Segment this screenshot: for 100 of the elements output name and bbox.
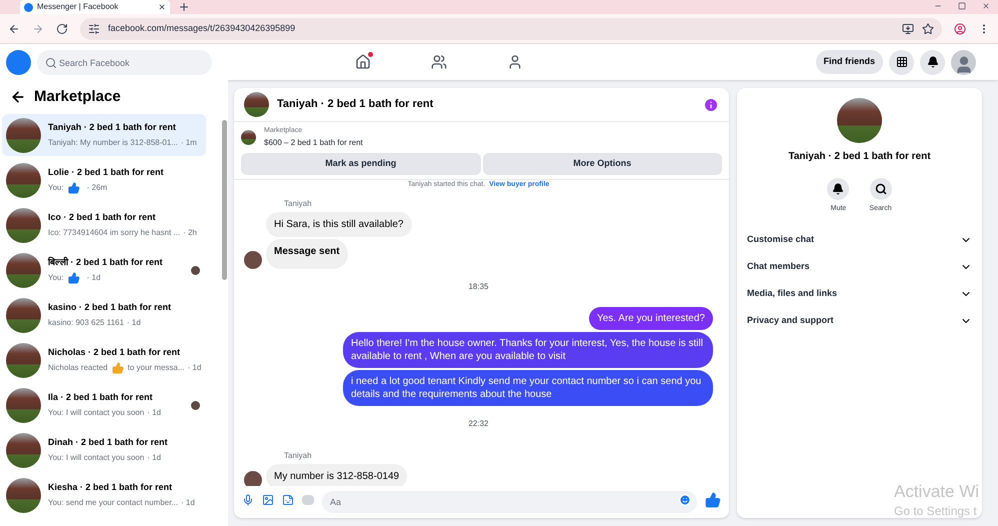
bookmark-star-icon[interactable]	[922, 22, 934, 34]
conversation-item[interactable]: Lolie · 2 bed 1 bath for rent You: · 26m	[2, 159, 206, 201]
preview-text: Ico: 7734914604 im sorry he hasnt ...	[48, 227, 180, 240]
outgoing-message: Hello there! I'm the house owner. Thanks for your interest, Yes, the house is still available to rent , When are you available to visit	[343, 332, 713, 368]
house-photo	[241, 130, 256, 145]
image-icon[interactable]	[262, 494, 274, 506]
reload-icon[interactable]	[56, 22, 68, 34]
facebook-logo-icon[interactable]	[6, 50, 31, 74]
menu-button[interactable]	[889, 50, 914, 74]
new-tab-icon[interactable]	[178, 1, 190, 13]
browser-tab[interactable]: Messenger | Facebook	[20, 0, 170, 14]
conversation-item[interactable]: Ico · 2 bed 1 bath for rent Ico: 7734914604 im sorry he hasnt ... · 2h	[2, 204, 206, 246]
conversation-item[interactable]: Taniyah · 2 bed 1 bath for rent Taniyah: My number is 312-858-01... · 1m	[2, 114, 206, 156]
conversation-item[interactable]: Nicholas · 2 bed 1 bath for rent Nicholas reacted to your messa... · 1d	[2, 339, 206, 381]
conversation-item[interactable]: Ila · 2 bed 1 bath for rent You: I will contact you soon · 1d	[2, 384, 206, 426]
time-text: · 1d	[126, 317, 141, 330]
conversation-title: kasino · 2 bed 1 bath for rent	[48, 300, 172, 314]
sender-name: Taniyah	[284, 198, 313, 210]
conversation-title: Ila · 2 bed 1 bath for rent	[48, 390, 154, 404]
like-icon[interactable]	[705, 492, 721, 508]
preview-text: Taniyah: My number is 312-858-01...	[48, 137, 178, 150]
outgoing-message: Yes. Are you interested?	[588, 307, 713, 330]
time-text: · 1d	[86, 272, 101, 284]
preview-text: to your messa...	[128, 362, 185, 374]
bell-icon	[832, 183, 844, 195]
microphone-icon[interactable]	[242, 494, 254, 506]
preview-text: You: I will contact you soon	[48, 452, 144, 464]
details-section[interactable]: Media, files and links	[747, 280, 972, 308]
house-photo	[6, 252, 41, 288]
avatar	[244, 251, 262, 269]
restore-icon[interactable]	[958, 2, 966, 10]
house-photo	[6, 298, 41, 332]
time-text: · 26m	[86, 182, 108, 194]
preview-text: You:	[48, 182, 64, 194]
incoming-message: Message sent	[266, 239, 348, 269]
profile-icon[interactable]	[954, 22, 966, 34]
chat-title: Taniyah · 2 bed 1 bath for rent	[277, 97, 434, 112]
seen-avatar	[191, 400, 200, 410]
account-avatar[interactable]	[951, 50, 976, 74]
groups-icon[interactable]	[506, 54, 523, 70]
search-field[interactable]: Search Facebook	[37, 50, 212, 75]
preview-text: Nicholas reacted	[48, 362, 108, 374]
house-photo	[6, 162, 41, 198]
preview-text: You: send me your contact number...	[48, 497, 178, 510]
house-photo	[6, 432, 41, 468]
conversation-item[interactable]: बिल्ली · 2 bed 1 bath for rent You: · 1d	[2, 249, 206, 291]
close-icon[interactable]	[158, 3, 166, 11]
time-text: · 1d	[181, 497, 195, 510]
search-icon	[45, 56, 57, 68]
back-icon[interactable]	[10, 89, 26, 105]
details-section[interactable]: Customise chat	[747, 226, 972, 254]
house-photo	[244, 92, 269, 117]
conversation-title: Kiesha · 2 bed 1 bath for rent	[48, 480, 174, 494]
info-icon[interactable]	[703, 96, 719, 112]
preview-text: kasino: 903 625 1161	[48, 317, 124, 330]
url-text: facebook.com/messages/t/2639430426395899	[108, 22, 296, 35]
notifications-button[interactable]	[920, 50, 945, 74]
activation-subtitle: Go to Settings t	[894, 503, 978, 520]
thumbs-up-icon	[112, 362, 124, 374]
facebook-logo-icon	[24, 2, 33, 12]
home-icon	[354, 54, 371, 70]
incoming-message: My number is 312-858-0149	[266, 464, 408, 486]
grid-icon	[896, 56, 908, 68]
timestamp: 22:32	[468, 418, 489, 430]
conversation-item[interactable]: Kiesha · 2 bed 1 bath for rent You: send me your contact number... · 1d	[2, 474, 206, 516]
time-text: · 1m	[180, 137, 197, 150]
preview-text: You: I will contact you soon	[48, 407, 144, 420]
friends-icon[interactable]	[430, 54, 447, 70]
details-title: Taniyah · 2 bed 1 bath for rent	[788, 150, 931, 164]
install-icon[interactable]	[902, 22, 914, 34]
time-text: · 1d	[147, 452, 162, 464]
bell-icon	[926, 56, 938, 68]
find-friends-button[interactable]: Find friends	[816, 50, 883, 74]
message-input[interactable]: Aa	[322, 491, 697, 513]
house-photo	[6, 388, 41, 422]
seen-avatar	[191, 266, 200, 274]
close-window-icon[interactable]	[982, 2, 990, 10]
sticker-icon[interactable]	[282, 494, 294, 506]
time-text: · 2h	[183, 227, 197, 240]
time-text: · 1d	[188, 362, 202, 374]
timestamp: 18:35	[468, 281, 489, 293]
details-section[interactable]: Chat members	[747, 254, 972, 280]
back-icon[interactable]	[8, 22, 20, 34]
site-settings-icon[interactable]	[88, 22, 100, 34]
listing-action-button[interactable]: Mark as pending	[241, 152, 480, 174]
search-icon	[874, 183, 886, 195]
house-photo	[6, 118, 41, 152]
address-bar[interactable]: facebook.com/messages/t/2639430426395899	[80, 18, 942, 40]
conversation-title: Dinah · 2 bed 1 bath for rent	[48, 436, 169, 449]
details-section[interactable]: Privacy and support	[747, 308, 972, 334]
house-photo	[6, 342, 41, 378]
avatar	[244, 471, 262, 486]
conversation-title: Taniyah · 2 bed 1 bath for rent	[48, 120, 177, 134]
listing-action-button[interactable]: More Options	[482, 152, 722, 174]
home-tab[interactable]	[354, 54, 371, 70]
conversation-title: बिल्ली · 2 bed 1 bath for rent	[48, 256, 164, 269]
conversation-item[interactable]: Dinah · 2 bed 1 bath for rent You: I will contact you soon · 1d	[2, 429, 206, 471]
profile-photo	[837, 98, 882, 143]
sidebar-title: Marketplace	[34, 86, 121, 107]
conversation-item[interactable]: kasino · 2 bed 1 bath for rent kasino: 903 625 1161 · 1d	[2, 294, 206, 336]
